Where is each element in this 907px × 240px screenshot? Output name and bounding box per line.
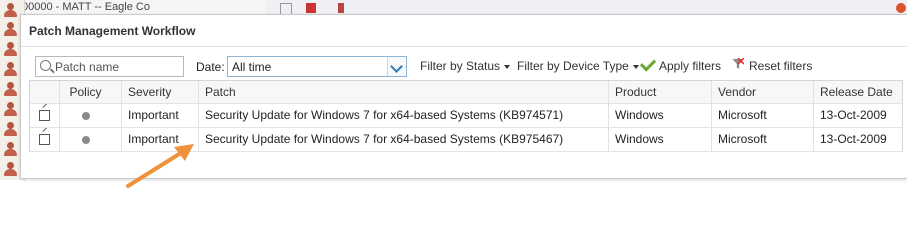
search-placeholder: Patch name [55, 60, 120, 74]
column-header-patch[interactable]: Patch [198, 81, 610, 103]
patch-cell: Security Update for Windows 7 for x64-ba… [198, 128, 610, 151]
background-status-icon [896, 3, 906, 13]
user-icon [3, 101, 18, 117]
user-icon [3, 21, 18, 37]
filter-toolbar: Patch name Date: All time Filter by Stat… [21, 53, 907, 79]
column-header-severity[interactable]: Severity [121, 81, 199, 103]
user-icon [3, 41, 18, 57]
table-header-row: Policy Severity Patch Product Vendor Rel… [30, 81, 902, 104]
date-select-value: All time [232, 60, 272, 74]
policy-status-icon [81, 136, 90, 144]
column-header-actions [30, 81, 58, 103]
title-divider [21, 46, 907, 47]
search-icon [40, 60, 51, 71]
apply-filters-button[interactable]: Apply filters [659, 59, 721, 73]
annotation-arrow-icon [126, 144, 194, 188]
filter-by-status-label: Filter by Status [420, 59, 501, 73]
row-open-cell [30, 104, 58, 127]
open-external-icon[interactable] [39, 110, 50, 121]
user-icon [3, 2, 18, 18]
user-icon [3, 61, 18, 77]
user-icon [3, 161, 18, 177]
user-icon [3, 121, 18, 137]
user-icon [3, 141, 18, 157]
column-header-product[interactable]: Product [608, 81, 711, 103]
caret-down-icon [632, 64, 639, 69]
open-external-icon[interactable] [39, 134, 50, 145]
chevron-down-icon[interactable] [387, 57, 406, 76]
policy-cell [59, 104, 111, 127]
product-cell: Windows [608, 128, 711, 151]
column-header-vendor[interactable]: Vendor [711, 81, 813, 103]
background-window-title: 00000 - MATT -- Eagle Co [22, 1, 150, 13]
background-grid-icon [306, 3, 316, 13]
filter-by-status-menu[interactable]: Filter by Status [420, 59, 511, 73]
release-date-cell: 13-Oct-2009 [813, 128, 907, 151]
table-row[interactable]: Important Security Update for Windows 7 … [30, 104, 902, 128]
user-icon [3, 81, 18, 97]
filter-by-device-type-menu[interactable]: Filter by Device Type [517, 59, 639, 73]
dialog-title: Patch Management Workflow [29, 24, 196, 38]
policy-cell [59, 128, 111, 151]
policy-status-icon [81, 112, 90, 120]
reset-filter-icon [732, 58, 744, 69]
column-header-release-date[interactable]: Release Date [813, 81, 907, 103]
patch-cell: Security Update for Windows 7 for x64-ba… [198, 104, 610, 127]
patch-search-input[interactable]: Patch name [35, 56, 184, 77]
severity-cell: Important [121, 104, 199, 127]
background-flag-icon [338, 3, 344, 13]
checkmark-icon [639, 55, 657, 72]
reset-filters-button[interactable]: Reset filters [749, 59, 812, 73]
row-open-cell [30, 128, 58, 151]
column-header-policy[interactable]: Policy [59, 81, 111, 103]
release-date-cell: 13-Oct-2009 [813, 104, 907, 127]
date-select[interactable]: All time [227, 56, 407, 77]
filter-by-device-type-label: Filter by Device Type [517, 59, 629, 73]
caret-down-icon [504, 64, 511, 69]
vendor-cell: Microsoft [711, 128, 813, 151]
product-cell: Windows [608, 104, 711, 127]
vendor-cell: Microsoft [711, 104, 813, 127]
date-label: Date: [196, 60, 225, 74]
